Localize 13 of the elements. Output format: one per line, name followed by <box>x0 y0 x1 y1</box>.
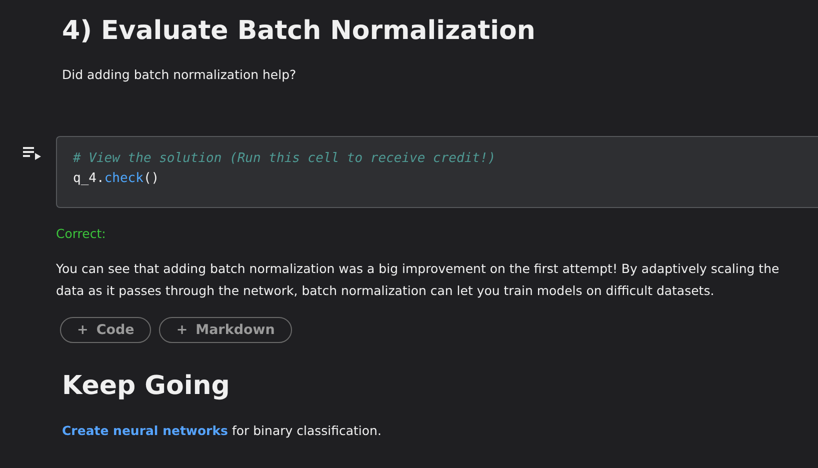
add-cell-button[interactable]: + Markdown <box>159 317 292 343</box>
code-comment: # View the solution (Run this cell to receive credit!) <box>73 150 497 168</box>
add-cell-button[interactable]: + Code <box>60 317 152 343</box>
output-text: You can see that adding batch normalization was a big improvement on the first attempt! By adaptively scaling the data as it passes through the network, batch normalization can let you train models on difficult datasets. <box>56 260 780 300</box>
link[interactable]: Create neural networks <box>62 423 228 438</box>
next-text: Create neural networks for binary classification. <box>62 423 382 438</box>
run-cell-icon[interactable] <box>23 146 41 160</box>
output-status: Correct: <box>56 226 107 241</box>
section-heading: 4) Evaluate Batch Normalization <box>62 15 536 48</box>
question-text: Did adding batch normalization help? <box>62 67 298 82</box>
section-heading: Keep Going <box>62 370 231 403</box>
code-cell[interactable]: # View the solution (Run this cell to receive credit!) q_4.check() <box>56 136 818 208</box>
code-line: q_4.check() <box>73 170 160 188</box>
